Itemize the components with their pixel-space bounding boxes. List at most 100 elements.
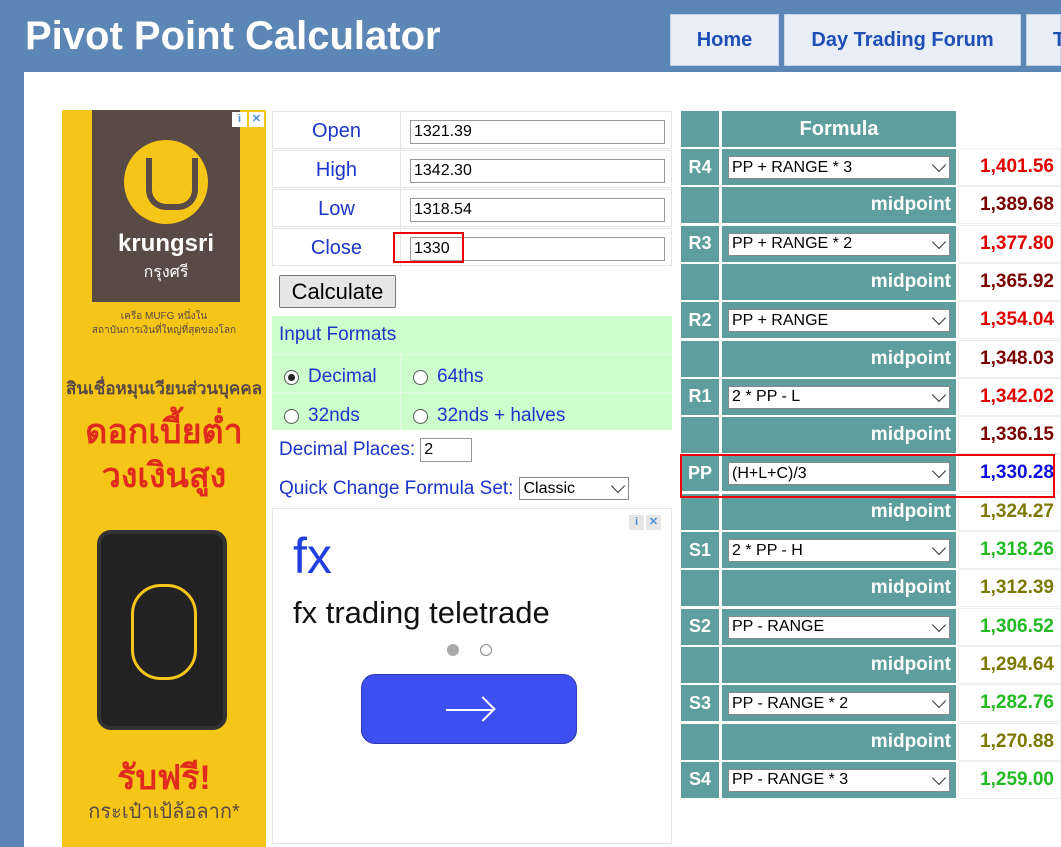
result-row-r3: R3 PP + RANGE * 2 1,377.80 <box>680 224 1061 263</box>
input-formats-panel: Input Formats Decimal 64ths 32nds 32nds … <box>272 316 672 430</box>
radio-32nds[interactable]: 32nds <box>284 405 360 427</box>
quick-change-label: Quick Change Formula Set: <box>279 477 514 499</box>
krungsri-logo-icon <box>124 140 208 224</box>
result-row-midpoint: midpoint 1,312.39 <box>680 569 1061 608</box>
formula-select[interactable]: PP + RANGE * 3 <box>728 156 950 179</box>
backpack-image-icon <box>97 530 227 730</box>
ad-controls: i ✕ <box>232 112 264 127</box>
high-input[interactable] <box>410 159 665 183</box>
divider <box>272 354 672 355</box>
open-input[interactable] <box>410 120 665 144</box>
result-level-label: S1 <box>680 531 720 569</box>
result-value: 1,401.56 <box>958 148 1061 186</box>
result-value: 1,348.03 <box>958 339 1061 378</box>
quick-change-select[interactable]: Classic <box>519 477 630 500</box>
midpoint-label: midpoint <box>721 416 957 455</box>
result-row-s2: S2 PP - RANGE 1,306.52 <box>680 607 1061 646</box>
formula-select[interactable]: PP - RANGE * 2 <box>728 692 950 716</box>
midpoint-label: midpoint <box>721 569 957 608</box>
ad-info-icon[interactable]: i <box>629 515 644 530</box>
chevron-down-icon <box>931 234 947 249</box>
ad-banner-left[interactable]: krungsri กรุงศรี เครือ MUFG หนึ่งใน สถาบ… <box>62 110 266 847</box>
formula-cell: PP + RANGE * 2 <box>721 224 957 263</box>
radio-32nds-halves[interactable]: 32nds + halves <box>413 405 565 427</box>
formula-select-value: PP - RANGE * 3 <box>732 771 849 789</box>
formula-select[interactable]: 2 * PP - H <box>728 539 950 562</box>
close-row: Close <box>272 228 672 267</box>
low-label: Low <box>273 190 401 228</box>
ad-banner-middle[interactable]: fx fx trading teletrade i ✕ <box>272 508 672 844</box>
formula-select[interactable]: PP - RANGE <box>728 615 950 639</box>
result-row-s1: S1 2 * PP - H 1,318.26 <box>680 531 1061 569</box>
result-value: 1,354.04 <box>958 301 1061 340</box>
site-title: Pivot Point Calculator <box>25 14 441 58</box>
midpoint-label: midpoint <box>721 645 957 684</box>
result-row-midpoint: midpoint 1,389.68 <box>680 186 1061 225</box>
radio-unselected-icon[interactable] <box>413 369 428 385</box>
high-row: High <box>272 150 672 189</box>
formula-select[interactable]: PP + RANGE <box>728 309 950 333</box>
result-value: 1,282.76 <box>958 684 1061 723</box>
result-row-r2: R2 PP + RANGE 1,354.04 <box>680 301 1061 340</box>
result-value: 1,270.88 <box>958 722 1061 761</box>
low-row: Low <box>272 189 672 228</box>
midpoint-label: midpoint <box>721 339 957 378</box>
formula-select-value: PP - RANGE * 2 <box>732 694 849 712</box>
result-row-s4: S4 PP - RANGE * 3 1,259.00 <box>680 760 1061 799</box>
low-input[interactable] <box>410 198 665 222</box>
ad-info-icon[interactable]: i <box>232 112 247 127</box>
high-label: High <box>273 151 401 189</box>
nav-home[interactable]: Home <box>670 14 779 66</box>
nav-day-trading-forum[interactable]: Day Trading Forum <box>784 14 1021 66</box>
chevron-down-icon <box>931 157 947 173</box>
chevron-down-icon <box>931 617 947 632</box>
formula-cell: PP - RANGE * 3 <box>721 760 957 799</box>
ad-go-button[interactable] <box>361 674 577 744</box>
ad-mufg-line2: สถาบันการเงินที่ใหญ่ที่สุดของโลก <box>91 325 237 336</box>
result-level-label <box>680 262 720 301</box>
result-value: 1,389.68 <box>958 186 1061 225</box>
carousel-dot-icon[interactable] <box>480 644 492 656</box>
close-highlight-box <box>393 232 464 263</box>
formula-select[interactable]: PP + RANGE * 2 <box>728 232 950 256</box>
result-row-midpoint: midpoint 1,324.27 <box>680 492 1061 531</box>
formula-select-value: PP - RANGE <box>732 618 825 636</box>
ad-controls: i ✕ <box>629 515 661 530</box>
decimal-places-input[interactable] <box>420 438 473 462</box>
formula-select-value: PP + RANGE * 2 <box>732 235 853 253</box>
formula-cell: 2 * PP - H <box>721 531 957 569</box>
result-value: 1,377.80 <box>958 224 1061 263</box>
formula-select[interactable]: PP - RANGE * 3 <box>728 768 950 792</box>
result-row-midpoint: midpoint 1,365.92 <box>680 262 1061 301</box>
ad-close-icon[interactable]: ✕ <box>249 112 264 127</box>
radio-unselected-icon[interactable] <box>413 408 428 424</box>
nav-more[interactable]: T <box>1026 14 1061 66</box>
calculate-button[interactable]: Calculate <box>279 275 396 308</box>
close-label: Close <box>273 229 401 267</box>
radio-64ths[interactable]: 64ths <box>413 366 483 388</box>
result-level-label: S2 <box>680 607 720 646</box>
radio-decimal-label: Decimal <box>308 366 377 387</box>
carousel-dot-active-icon[interactable] <box>447 644 459 656</box>
open-label: Open <box>273 112 401 150</box>
formula-cell: PP - RANGE <box>721 607 957 646</box>
midpoint-label: midpoint <box>721 722 957 761</box>
formula-select[interactable]: 2 * PP - L <box>728 385 950 409</box>
quick-change-row: Quick Change Formula Set: Classic <box>279 477 630 500</box>
chevron-down-icon <box>611 478 626 494</box>
result-level-label: R4 <box>680 148 720 186</box>
result-level-label: R3 <box>680 224 720 263</box>
chevron-down-icon <box>931 694 947 709</box>
ad-tagline2: ดอกเบี้ยต่ำ วงเงินสูง <box>62 410 266 498</box>
ad-tagline1: สินเชื่อหมุนเวียนส่วนบุคคล <box>65 379 263 398</box>
radio-unselected-icon[interactable] <box>284 408 299 424</box>
result-level-label <box>680 186 720 225</box>
formula-header: Formula <box>721 110 957 148</box>
divider <box>400 354 401 430</box>
ad-close-icon[interactable]: ✕ <box>646 515 661 530</box>
radio-decimal[interactable]: Decimal <box>284 366 377 388</box>
radio-selected-icon[interactable] <box>284 369 299 385</box>
decimal-places-row: Decimal Places: <box>279 438 473 462</box>
ad-fx-logo: fx <box>293 528 332 584</box>
main-content: krungsri กรุงศรี เครือ MUFG หนึ่งใน สถาบ… <box>24 72 1061 847</box>
